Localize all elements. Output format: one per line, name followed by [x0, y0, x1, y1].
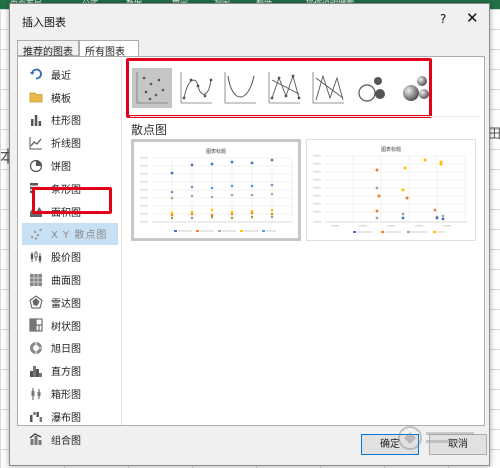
- category-stock[interactable]: 股价图: [22, 245, 118, 268]
- column-chart-icon: [29, 113, 43, 127]
- category-label: 饼图: [51, 162, 71, 174]
- panel-separator: [121, 59, 122, 425]
- category-treemap[interactable]: 树状图: [22, 314, 118, 337]
- category-label: 直方图: [51, 367, 81, 379]
- pie-chart-icon: [29, 159, 43, 173]
- category-box-whisker[interactable]: 箱形图: [22, 382, 118, 405]
- category-label: 曲面图: [51, 276, 81, 288]
- category-sunburst[interactable]: 旭日图: [22, 337, 118, 360]
- scatter-preview-selected[interactable]: 图表标题: [131, 139, 301, 241]
- close-button[interactable]: ✕: [466, 9, 479, 27]
- category-column[interactable]: 柱形图: [22, 109, 118, 132]
- category-label: 股价图: [51, 253, 81, 265]
- scatter-chart-icon: [29, 227, 43, 241]
- subtype-divider: [130, 116, 480, 117]
- waterfall-chart-icon: [29, 409, 43, 423]
- recent-icon: [29, 67, 43, 81]
- category-line[interactable]: 折线图: [22, 131, 118, 154]
- category-label: 箱形图: [51, 390, 81, 402]
- category-label: 柱形图: [51, 116, 81, 128]
- surface-chart-icon: [29, 273, 43, 287]
- category-xy-scatter[interactable]: X Y 散点图: [22, 222, 118, 246]
- dialog-title: 插入图表: [22, 16, 66, 29]
- category-waterfall[interactable]: 瀑布图: [22, 405, 118, 428]
- category-templates[interactable]: 模板: [22, 86, 118, 109]
- category-recent[interactable]: 最近: [22, 63, 118, 86]
- category-label: 旭日图: [51, 344, 81, 356]
- tab-recommended-charts[interactable]: 推荐的图表: [17, 40, 79, 58]
- category-radar[interactable]: 雷达图: [22, 291, 118, 314]
- watermark-logo: [398, 426, 474, 450]
- category-label: 树状图: [51, 321, 81, 333]
- category-pie[interactable]: 饼图: [22, 154, 118, 177]
- category-label: 最近: [51, 70, 71, 82]
- box-whisker-chart-icon: [29, 387, 43, 401]
- category-combo[interactable]: 组合图: [22, 428, 118, 451]
- all-charts-panel: 最近 模板 柱形图 折线图 饼图 条形图 面积图 X Y 散点图 股价图 曲面图…: [17, 56, 485, 447]
- category-label: 瀑布图: [51, 412, 81, 424]
- category-label: 组合图: [51, 435, 81, 447]
- category-label: 雷达图: [51, 298, 81, 310]
- histogram-chart-icon: [29, 364, 43, 378]
- insert-chart-dialog: 插入图表 ? ✕ 推荐的图表 所有图表 最近 模板 柱形图 折线图 饼图 条形图…: [9, 3, 490, 466]
- category-surface[interactable]: 曲面图: [22, 268, 118, 291]
- highlight-subtype-box: [126, 58, 432, 118]
- preview-scatter-plot-1: [140, 157, 293, 232]
- folder-icon: [29, 90, 43, 104]
- highlight-category-box: [32, 187, 112, 214]
- preview-scatter-plot-2: [313, 155, 467, 233]
- tab-all-charts[interactable]: 所有图表: [79, 40, 139, 58]
- category-label: X Y 散点图: [51, 230, 108, 242]
- line-chart-icon: [29, 136, 43, 150]
- radar-chart-icon: [29, 295, 43, 309]
- category-label: 折线图: [51, 139, 81, 151]
- chart-category-list: 最近 模板 柱形图 折线图 饼图 条形图 面积图 X Y 散点图 股价图 曲面图…: [22, 63, 118, 451]
- scatter-preview-alternate[interactable]: 图表标题: [306, 139, 476, 241]
- combo-chart-icon: [29, 432, 43, 446]
- sunburst-chart-icon: [29, 341, 43, 355]
- treemap-chart-icon: [29, 318, 43, 332]
- category-label: 模板: [51, 93, 71, 105]
- section-title: 散点图: [131, 123, 168, 137]
- stock-chart-icon: [29, 250, 43, 264]
- category-histogram[interactable]: 直方图: [22, 359, 118, 382]
- help-button[interactable]: ?: [440, 12, 446, 26]
